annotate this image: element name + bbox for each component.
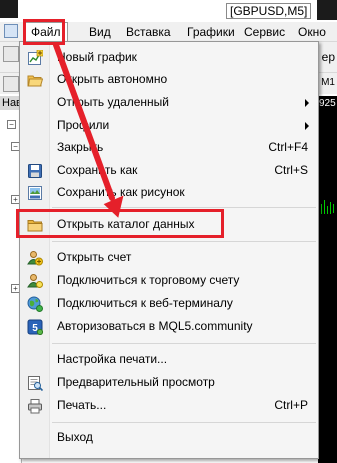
menu-item-label: Профили: [57, 118, 110, 132]
menu-item-new-chart[interactable]: Новый график: [20, 47, 318, 69]
menu-item-label: Сохранить как: [57, 163, 138, 177]
save-picture-icon: [28, 186, 42, 200]
cursor-tool-button[interactable]: [3, 76, 19, 92]
menu-separator: [52, 241, 316, 242]
menu-item-open-account[interactable]: Открыть счет: [20, 247, 318, 269]
menu-item-save-as[interactable]: Сохранить как Ctrl+S: [20, 160, 318, 182]
app-icon: [0, 0, 18, 18]
menu-item-label: Авторизоваться в MQL5.community: [57, 319, 253, 333]
menu-item-print[interactable]: Печать... Ctrl+P: [20, 395, 318, 417]
menu-item-label: Печать...: [57, 398, 107, 412]
new-chart-icon: [28, 50, 43, 65]
menu-window[interactable]: Окно: [292, 22, 332, 42]
menu-item-profiles[interactable]: Профили: [20, 115, 318, 137]
chart-window-title: [GBPUSD,M5]: [226, 3, 312, 19]
menu-item-shortcut: Ctrl+F4: [268, 140, 308, 154]
menu-item-exit[interactable]: Выход: [20, 427, 318, 449]
chart-candle: [327, 206, 328, 214]
menu-item-label: Настройка печати...: [57, 352, 168, 366]
menu-item-label: Закрыть: [57, 140, 104, 154]
menu-item-label: Выход: [57, 430, 93, 444]
menu-insert[interactable]: Вставка: [120, 22, 177, 42]
menu-item-shortcut: Ctrl+P: [274, 398, 308, 412]
tree-collapse-icon[interactable]: −: [7, 120, 16, 129]
window-controls[interactable]: [317, 0, 337, 20]
menu-item-open-offline[interactable]: Открыть автономно: [20, 69, 318, 91]
menu-separator: [52, 422, 316, 423]
menu-item-label: Новый график: [57, 50, 137, 64]
printer-icon: [28, 399, 42, 414]
menu-item-web-terminal[interactable]: Подключиться к веб-терминалу: [20, 293, 318, 315]
menu-item-login-trade-account[interactable]: Подключиться к торговому счету: [20, 270, 318, 292]
mql5-icon: 5: [27, 319, 43, 335]
timeframe-label[interactable]: M1: [321, 77, 335, 88]
open-account-icon: [27, 251, 43, 266]
menu-item-mql5-login[interactable]: 5 Авторизоваться в MQL5.community: [20, 316, 318, 338]
menu-item-label: Открыть удаленный: [57, 95, 169, 109]
menu-item-label: Сохранить как рисунок: [57, 185, 185, 199]
chart-candle: [324, 200, 325, 214]
web-terminal-icon: [27, 296, 43, 312]
chart-candle: [321, 204, 322, 214]
menu-item-label: Открыть счет: [57, 250, 132, 264]
menu-item-print-preview[interactable]: Предварительный просмотр: [20, 372, 318, 394]
menu-item-save-as-picture[interactable]: Сохранить как рисунок: [20, 182, 318, 204]
menu-item-label: Подключиться к торговому счету: [57, 273, 240, 287]
annotation-highlight-data-folder: [16, 209, 224, 238]
file-menu-dropdown: Новый график Открыть автономно Открыть у…: [19, 41, 319, 459]
menu-tools[interactable]: Сервис: [238, 22, 291, 42]
menu-charts[interactable]: Графики: [181, 22, 241, 42]
annotation-highlight-file-menu: [23, 19, 65, 45]
menu-item-print-setup[interactable]: Настройка печати...: [20, 349, 318, 371]
print-preview-icon: [28, 376, 43, 391]
chart-candle: [330, 202, 331, 214]
menu-item-close[interactable]: Закрыть Ctrl+F4: [20, 137, 318, 159]
menu-item-label: Предварительный просмотр: [57, 375, 215, 389]
toolbar-text: ер: [321, 50, 335, 64]
price-chart[interactable]: 925: [318, 96, 337, 463]
login-account-icon: [27, 274, 43, 288]
menubar-app-icon[interactable]: [4, 24, 18, 38]
menu-item-shortcut: Ctrl+S: [274, 163, 308, 177]
open-folder-icon: [27, 75, 43, 87]
menu-item-label: Подключиться к веб-терминалу: [57, 296, 233, 310]
submenu-arrow-icon: [305, 122, 309, 130]
menu-separator: [52, 343, 316, 344]
submenu-arrow-icon: [305, 99, 309, 107]
save-icon: [28, 164, 42, 178]
price-label: 925: [319, 98, 336, 109]
menu-view[interactable]: Вид: [83, 22, 117, 42]
menu-item-label: Открыть автономно: [57, 72, 168, 86]
menu-separator: [52, 207, 316, 208]
menu-item-open-remote[interactable]: Открыть удаленный: [20, 92, 318, 114]
toolbar-button[interactable]: [3, 46, 19, 62]
chart-candle: [333, 204, 334, 213]
